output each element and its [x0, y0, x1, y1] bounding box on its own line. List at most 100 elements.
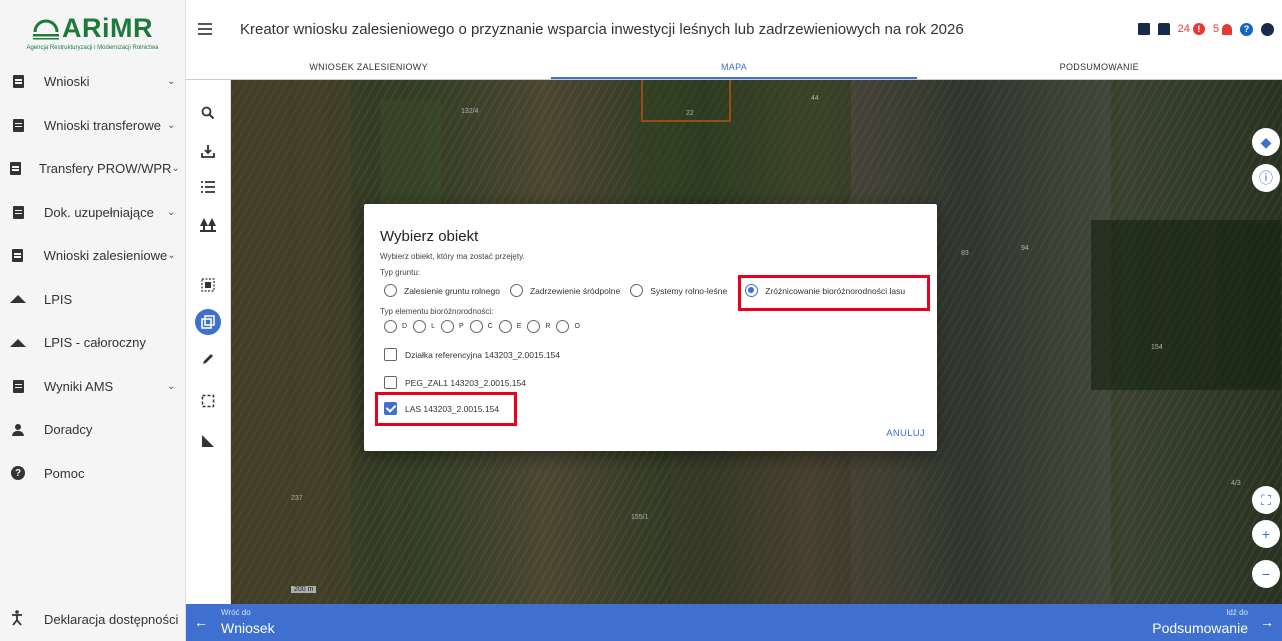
- warnings-indicator[interactable]: 24 !: [1178, 23, 1205, 35]
- menu-icon[interactable]: [198, 23, 222, 35]
- sidebar-item-label: Dok. uzupełniające: [44, 204, 154, 220]
- sidebar-item-lpis[interactable]: LPIS: [0, 278, 185, 322]
- copy-object-icon[interactable]: [195, 309, 221, 335]
- checkbox-peg-zal1[interactable]: PEG_ZAL1 143203_2.0015.154: [384, 376, 526, 389]
- radio-button-checked[interactable]: [745, 284, 759, 297]
- radio-systemy-rolno-lesne[interactable]: Systemy rolno-leśne: [630, 284, 727, 297]
- sidebar-item-transfery-prow-wpr[interactable]: Transfery PROW/WPR ⌄: [0, 147, 185, 191]
- sidebar-item-pomoc[interactable]: ? Pomoc: [0, 452, 185, 496]
- cancel-button[interactable]: ANULUJ: [886, 428, 925, 439]
- radio-element-d[interactable]: D: [384, 320, 407, 333]
- help-button[interactable]: ?: [1240, 22, 1253, 36]
- radio-element-p[interactable]: P: [440, 320, 464, 333]
- next-button[interactable]: Podsumowanie: [1152, 620, 1248, 636]
- sidebar-item-wnioski-zalesieniowe[interactable]: Wnioski zalesieniowe ⌄: [0, 234, 185, 278]
- radio-element-l[interactable]: L: [413, 320, 435, 333]
- select-area-icon[interactable]: [197, 274, 219, 296]
- checkbox-las[interactable]: LAS 143203_2.0015.154: [384, 402, 499, 415]
- radio-button[interactable]: [556, 320, 570, 333]
- sidebar-item-label: Wyniki AMS: [44, 378, 114, 394]
- arrow-right-icon[interactable]: →: [1260, 614, 1274, 630]
- chevron-down-icon[interactable]: ⌄: [167, 250, 177, 261]
- logo-subtitle: Agencja Restrukturyzacji i Modernizacji …: [26, 45, 159, 51]
- draw-rectangle-icon[interactable]: [197, 390, 219, 412]
- measure-icon[interactable]: [197, 430, 219, 452]
- document-icon: [10, 204, 26, 220]
- chevron-down-icon[interactable]: ⌄: [171, 163, 179, 174]
- radio-button[interactable]: [384, 284, 397, 297]
- sidebar-item-wnioski-transferowe[interactable]: Wnioski transferowe ⌄: [0, 104, 185, 148]
- tab-bar: WNIOSEK ZALESIENIOWY MAPA PODSUMOWANIE: [186, 58, 1282, 80]
- print-icon[interactable]: [1157, 23, 1170, 35]
- checkbox[interactable]: [384, 348, 397, 361]
- navigation-bar: ← Wróć do Wniosek Idź do Podsumowanie →: [186, 604, 1282, 641]
- arimr-logo[interactable]: ARiMR Agencja Restrukturyzacji i Moderni…: [0, 0, 185, 60]
- sidebar-item-wyniki-ams[interactable]: Wyniki AMS ⌄: [0, 365, 185, 409]
- sidebar-item-label: LPIS: [44, 291, 73, 307]
- accessibility-icon: [10, 610, 26, 629]
- sidebar-item-label: Wnioski zalesieniowe: [43, 248, 168, 264]
- radio-zalesienie[interactable]: Zalesienie gruntu rolnego: [384, 284, 500, 297]
- chevron-down-icon[interactable]: ⌄: [167, 207, 177, 218]
- zoom-in-icon[interactable]: +: [1252, 520, 1280, 548]
- radio-element-e[interactable]: E: [498, 320, 521, 333]
- radio-button[interactable]: [509, 284, 523, 297]
- checkbox[interactable]: [384, 376, 397, 389]
- page-title: Kreator wniosku zalesieniowego o przyzna…: [240, 20, 964, 38]
- typ-gruntu-radio-group: Zalesienie gruntu rolnego Zadrzewienie ś…: [384, 284, 915, 297]
- download-icon[interactable]: [197, 140, 219, 162]
- chevron-down-icon[interactable]: ⌄: [167, 120, 177, 131]
- document-icon: [10, 117, 26, 133]
- info-icon[interactable]: ⓘ: [1252, 164, 1280, 192]
- forest-icon[interactable]: [197, 214, 219, 236]
- back-button[interactable]: Wniosek: [221, 620, 275, 636]
- chevron-down-icon[interactable]: ⌄: [167, 76, 177, 87]
- sidebar-item-label: LPIS - całoroczny: [44, 335, 146, 351]
- radio-element-c[interactable]: C: [469, 320, 493, 333]
- document-icon: [10, 74, 26, 90]
- radio-button[interactable]: [469, 320, 483, 333]
- sidebar-item-label: Deklaracja dostępności: [44, 612, 179, 627]
- radio-button[interactable]: [630, 284, 644, 297]
- warning-icon: !: [1192, 23, 1205, 35]
- search-icon[interactable]: [197, 102, 219, 124]
- sidebar-item-accessibility[interactable]: Deklaracja dostępności: [0, 598, 186, 641]
- zoom-out-icon[interactable]: −: [1252, 560, 1280, 588]
- sidebar-item-label: Pomoc: [44, 465, 85, 481]
- checkbox-checked[interactable]: [384, 402, 397, 415]
- radio-button[interactable]: [413, 320, 427, 333]
- radio-button[interactable]: [384, 320, 397, 333]
- mountain-icon: [10, 335, 26, 351]
- back-caption: Wróć do: [221, 608, 251, 617]
- sidebar-nav: Wnioski ⌄ Wnioski transferowe ⌄ Transfery PR…: [0, 60, 185, 495]
- radio-button[interactable]: [498, 320, 512, 333]
- tab-podsumowanie[interactable]: PODSUMOWANIE: [917, 58, 1282, 79]
- sidebar-item-dok-uzupełniające[interactable]: Dok. uzupełniające ⌄: [0, 191, 185, 235]
- radio-zadrzewienie[interactable]: Zadrzewienie śródpolne: [509, 284, 620, 297]
- list-icon[interactable]: [197, 176, 219, 198]
- radio-element-o[interactable]: O: [556, 320, 580, 333]
- fullscreen-icon[interactable]: ⛶: [1252, 486, 1280, 514]
- radio-button[interactable]: [527, 320, 541, 333]
- layers-icon[interactable]: ◆: [1252, 128, 1280, 156]
- tab-wniosek-zalesieniowy[interactable]: WNIOSEK ZALESIENIOWY: [186, 58, 551, 79]
- chevron-down-icon[interactable]: ⌄: [167, 381, 177, 392]
- bell-icon: [1222, 23, 1232, 35]
- user-button[interactable]: [1261, 22, 1274, 36]
- alerts-indicator[interactable]: 5: [1213, 23, 1232, 35]
- save-icon[interactable]: [1137, 23, 1150, 35]
- checkbox-dzialka-referencyjna[interactable]: Działka referencyjna 143203_2.0015.154: [384, 348, 560, 361]
- radio-element-r[interactable]: R: [527, 320, 550, 333]
- mountain-icon: [10, 291, 26, 307]
- sidebar-item-wnioski[interactable]: Wnioski ⌄: [0, 60, 185, 104]
- select-object-dialog: Wybierz obiekt Wybierz obiekt, który ma …: [364, 204, 937, 451]
- help-icon: ?: [1240, 22, 1253, 36]
- tab-mapa[interactable]: MAPA: [551, 58, 917, 79]
- radio-zroznicowanie-bioroznorodnosci[interactable]: Zróżnicowanie bioróżnorodności lasu: [745, 284, 905, 297]
- pencil-icon[interactable]: [197, 348, 219, 370]
- sidebar-item-doradcy[interactable]: Doradcy: [0, 408, 185, 452]
- radio-button[interactable]: [440, 320, 454, 333]
- radio-label: C: [487, 323, 493, 330]
- arrow-left-icon[interactable]: ←: [194, 614, 208, 630]
- sidebar-item-lpis-całoroczny[interactable]: LPIS - całoroczny: [0, 321, 185, 365]
